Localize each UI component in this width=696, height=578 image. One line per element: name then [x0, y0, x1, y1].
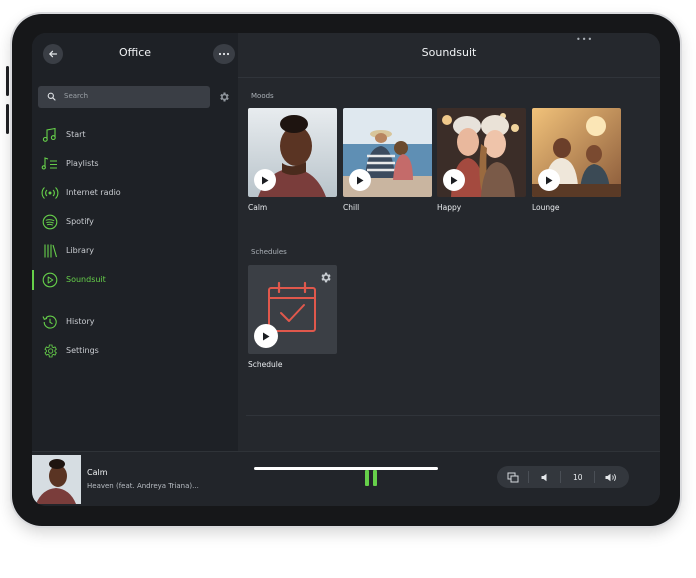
sidebar-item-settings[interactable]: Settings	[32, 340, 238, 362]
controls-divider	[594, 471, 595, 483]
track-artist: Heaven (feat. Andreya Triana)...	[87, 482, 199, 490]
playback-controls: 10	[497, 466, 629, 488]
moods-section-label: Moods	[251, 92, 274, 100]
play-icon	[263, 332, 270, 340]
pause-button[interactable]	[365, 470, 379, 486]
player-bar: Calm Heaven (feat. Andreya Triana)... 10	[32, 451, 660, 506]
tablet-side-button	[6, 104, 9, 134]
play-button[interactable]	[349, 169, 371, 191]
more-dots-icon	[218, 52, 230, 56]
play-icon	[262, 176, 269, 184]
sidebar-item-soundsuit[interactable]: Soundsuit	[32, 269, 238, 291]
mood-tile-happy[interactable]	[437, 108, 526, 197]
gear-icon[interactable]	[319, 271, 332, 284]
cast-icon[interactable]	[507, 472, 519, 483]
music-note-icon	[42, 127, 56, 142]
sidebar-item-label: Internet radio	[66, 188, 121, 197]
album-art-image	[32, 455, 81, 504]
soundsuit-icon	[42, 272, 58, 288]
header-divider	[238, 77, 660, 78]
play-icon	[451, 176, 458, 184]
schedule-tile[interactable]	[248, 265, 337, 354]
sidebar-item-label: Library	[66, 246, 94, 255]
spotify-icon	[42, 214, 58, 230]
notch-dots: •••	[576, 35, 594, 44]
schedule-label: Schedule	[248, 360, 283, 369]
now-playing-artwork[interactable]	[32, 455, 81, 504]
sidebar-header: Office	[32, 33, 238, 73]
back-button[interactable]	[43, 44, 63, 64]
page-title: Soundsuit	[421, 46, 477, 59]
sidebar-item-label: Start	[66, 130, 86, 139]
mood-label: Lounge	[532, 203, 560, 212]
content-divider	[246, 415, 660, 416]
home-indicator[interactable]	[254, 467, 438, 470]
pause-icon	[373, 470, 377, 486]
pause-icon	[365, 470, 369, 486]
play-icon	[546, 176, 553, 184]
mood-tile-chill[interactable]	[343, 108, 432, 197]
app-screen: Office Search Start Playlists Internet r…	[32, 33, 660, 506]
controls-divider	[560, 471, 561, 483]
track-title: Calm	[87, 468, 108, 477]
playlist-icon	[41, 157, 57, 170]
sidebar-item-history[interactable]: History	[32, 311, 238, 333]
sidebar-item-label: Soundsuit	[66, 275, 106, 284]
mood-label: Calm	[248, 203, 268, 212]
sidebar-item-internet-radio[interactable]: Internet radio	[32, 182, 238, 204]
radio-icon	[41, 187, 59, 199]
schedules-section-label: Schedules	[251, 248, 287, 256]
gear-icon[interactable]	[218, 91, 230, 103]
play-button[interactable]	[254, 324, 278, 348]
history-icon	[42, 315, 57, 329]
play-button[interactable]	[254, 169, 276, 191]
volume-up-icon[interactable]	[605, 473, 617, 482]
mood-tile-calm[interactable]	[248, 108, 337, 197]
volume-level: 10	[573, 473, 583, 482]
mood-label: Happy	[437, 203, 462, 212]
sidebar-item-start[interactable]: Start	[32, 124, 238, 146]
mood-label: Chill	[343, 203, 360, 212]
arrow-left-icon	[48, 50, 58, 58]
tablet-side-button	[6, 66, 9, 96]
search-input[interactable]: Search	[38, 86, 210, 108]
sidebar: Office Search Start Playlists Internet r…	[32, 33, 238, 451]
sidebar-item-label: Playlists	[66, 159, 99, 168]
sidebar-item-label: Spotify	[66, 217, 94, 226]
sidebar-item-spotify[interactable]: Spotify	[32, 211, 238, 233]
sidebar-item-label: Settings	[66, 346, 99, 355]
mood-tile-lounge[interactable]	[532, 108, 621, 197]
sidebar-item-label: History	[66, 317, 95, 326]
sidebar-item-playlists[interactable]: Playlists	[32, 153, 238, 175]
more-options-button[interactable]	[213, 44, 235, 64]
search-placeholder: Search	[64, 92, 89, 100]
play-icon	[357, 176, 364, 184]
library-icon	[44, 244, 58, 258]
play-button[interactable]	[443, 169, 465, 191]
play-button[interactable]	[538, 169, 560, 191]
main-content: ••• Soundsuit Moods Calm Chill Happy Lou…	[238, 33, 660, 451]
volume-down-icon[interactable]	[541, 473, 550, 482]
controls-divider	[528, 471, 529, 483]
search-icon	[47, 92, 56, 101]
sidebar-item-library[interactable]: Library	[32, 240, 238, 262]
settings-icon	[44, 344, 57, 358]
zone-title: Office	[118, 46, 152, 59]
